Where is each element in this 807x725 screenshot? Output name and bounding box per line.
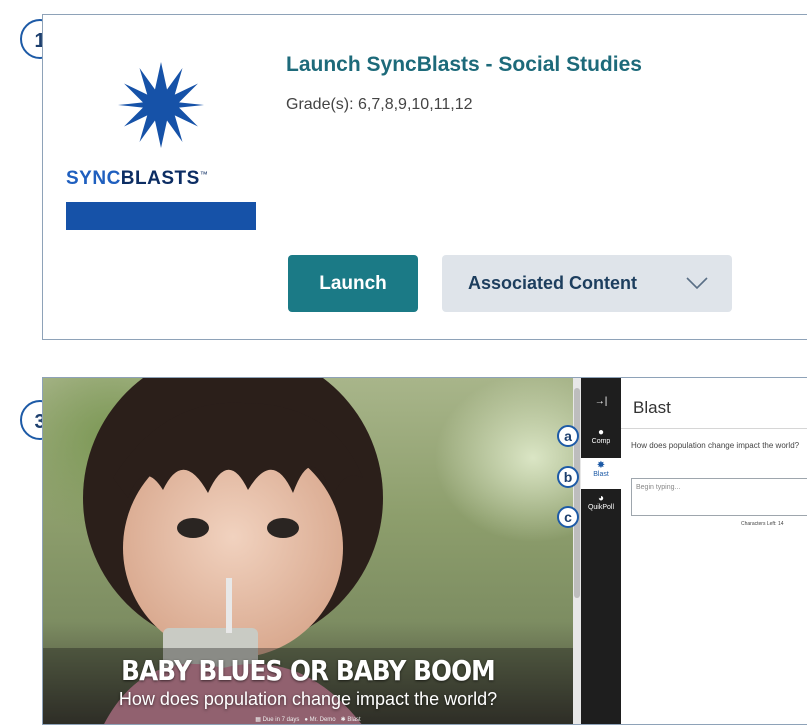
rail-item-label: QuikPoll <box>587 504 615 511</box>
callout-badge-a: a <box>557 425 579 447</box>
rail-item-quikpoll[interactable]: ◕ QuikPoll <box>581 492 621 520</box>
logo-blasts-text: BLASTS <box>120 168 200 189</box>
meta-author: Mr. Demo <box>309 717 336 723</box>
card-title[interactable]: Launch SyncBlasts - Social Studies <box>286 53 642 77</box>
panel-question: How does population change impact the wo… <box>631 441 800 450</box>
callout-badge-c: c <box>557 506 579 528</box>
callout-badge-b: b <box>557 466 579 488</box>
rail-item-blast[interactable]: ✸ Blast <box>581 458 621 489</box>
associated-content-label: Associated Content <box>468 273 638 293</box>
star-icon: ✸ <box>596 460 606 471</box>
syncblasts-star-icon <box>118 62 204 148</box>
article-hero-image: BABY BLUES OR BABY BOOM How does populat… <box>43 378 573 724</box>
person-icon: ● <box>304 717 308 723</box>
meta-due: Due in 7 days <box>262 717 300 723</box>
article-meta: ▦ Due in 7 days ● Mr. Demo ✱ Blast <box>43 716 573 723</box>
calendar-icon: ▦ <box>255 717 261 723</box>
logo-bar <box>66 202 256 230</box>
star-small-icon: ✱ <box>340 717 346 723</box>
logo-tm: ™ <box>199 170 209 179</box>
blast-panel: Blast How does population change impact … <box>621 378 807 724</box>
article-headline: BABY BLUES OR BABY BOOM <box>121 654 496 687</box>
article-scroll-thumb[interactable] <box>574 388 580 598</box>
characters-left-counter: Characters Left: 14 <box>741 521 784 527</box>
article-subhead: How does population change impact the wo… <box>118 689 498 709</box>
meta-type: Blast <box>347 717 361 723</box>
collapse-panel-button[interactable]: →| <box>581 396 621 407</box>
pie-chart-icon: ◕ <box>597 493 605 504</box>
launch-button[interactable]: Launch <box>288 255 418 312</box>
panel-divider <box>621 428 807 429</box>
panel-title: Blast <box>633 398 671 417</box>
grade-levels: Grade(s): 6,7,8,9,10,11,12 <box>286 96 473 113</box>
blast-response-input[interactable]: Begin typing... <box>631 478 807 516</box>
rail-item-label: Comp <box>591 438 611 445</box>
chevron-down-icon <box>686 277 708 289</box>
logo-sync-text: SYNC <box>66 168 121 189</box>
rail-item-label: Blast <box>593 471 609 478</box>
comment-icon: ● <box>597 427 605 438</box>
syncblasts-logo-text: SYNCBLASTS™ <box>66 168 208 190</box>
rail-item-comp[interactable]: ● Comp <box>581 426 621 454</box>
activity-screenshot: BABY BLUES OR BABY BOOM How does populat… <box>42 377 807 725</box>
collapse-icon: →| <box>594 396 608 407</box>
activity-rail: →| ● Comp ✸ Blast ◕ QuikPoll <box>581 378 621 724</box>
associated-content-dropdown[interactable]: Associated Content <box>442 255 732 312</box>
